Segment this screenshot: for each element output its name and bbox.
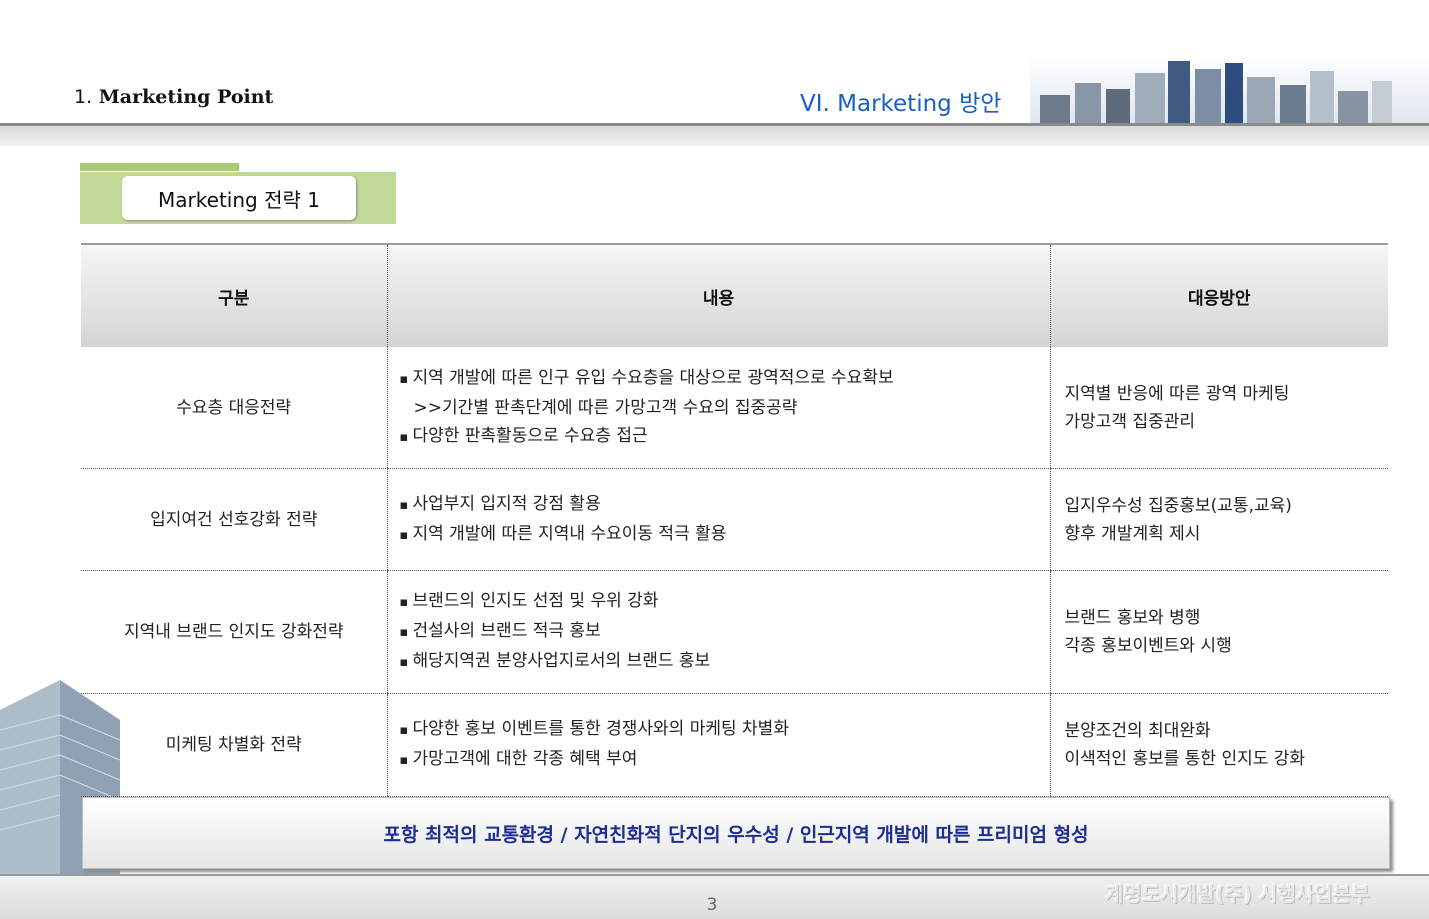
summary-banner: 포항 최적의 교통환경 / 자연친화적 단지의 우수성 / 인근지역 개발에 따… [82,797,1390,869]
column-header-content: 내용 [386,243,1050,347]
table-row: 지역내 브랜드 인지도 강화전략 브랜드의 인지도 선점 및 우위 강화 건설사… [81,570,1388,694]
content-bullet: 브랜드의 인지도 선점 및 우위 강화 [400,587,1049,617]
content-bullet: 다양한 판촉활동으로 수요층 접근 [400,422,1049,452]
response-line: 입지우수성 집중홍보(교통,교육) [1064,495,1292,516]
content-bullet: 지역 개발에 따른 인구 유입 수요층을 대상으로 광역적으로 수요확보 [400,364,1049,394]
row-content: 사업부지 입지적 강점 활용 지역 개발에 따른 지역내 수요이동 적극 활용 [386,468,1050,571]
content-bullet: 건설사의 브랜드 적극 홍보 [400,617,1049,647]
chapter-title: VI. Marketing 방안 [800,91,1002,117]
response-line: 이색적인 홍보를 통한 인지도 강화 [1064,749,1306,769]
content-bullet: 해당지역권 분양사업지로서의 브랜드 홍보 [400,647,1049,677]
company-watermark: 계명도시개발(주) 시행사업본부 [1105,882,1370,906]
response-line: 각종 홍보이벤트와 시행 [1064,636,1232,656]
row-category: 미케팅 차별화 전략 [81,693,387,797]
row-content: 다양한 홍보 이벤트를 통한 경쟁사와의 마케팅 차별화 가망고객에 대한 각종… [386,693,1050,797]
response-line: 가망고객 집중관리 [1064,411,1196,432]
strategy-table: 구분 내용 대응방안 수요층 대응전략 지역 개발에 따른 인구 유입 수요층을… [81,243,1388,797]
content-bullet: 다양한 홍보 이벤트를 통한 경쟁사와의 마케팅 차별화 [400,715,1049,745]
section-number: 1. [74,86,93,108]
section-heading: 1. Marketing Point [74,86,273,108]
content-bullet: 가망고객에 대한 각종 혜택 부여 [400,745,1049,775]
table-row: 미케팅 차별화 전략 다양한 홍보 이벤트를 통한 경쟁사와의 마케팅 차별화 … [81,693,1388,797]
response-line: 분양조건의 최대완화 [1064,721,1211,741]
column-header-response: 대응방안 [1049,243,1388,347]
section-title: Marketing Point [98,86,274,108]
page-number: 3 [706,895,718,915]
table-header-row: 구분 내용 대응방안 [81,243,1388,347]
row-category: 지역내 브랜드 인지도 강화전략 [81,570,387,694]
response-line: 브랜드 홍보와 병행 [1064,608,1201,628]
row-content: 지역 개발에 따른 인구 유입 수요층을 대상으로 광역적으로 수요확보 >>기… [386,347,1050,469]
row-category: 수요층 대응전략 [81,347,387,469]
row-response: 브랜드 홍보와 병행 각종 홍보이벤트와 시행 [1049,570,1388,694]
table-row: 입지여건 선호강화 전략 사업부지 입지적 강점 활용 지역 개발에 따른 지역… [81,468,1388,571]
row-response: 입지우수성 집중홍보(교통,교육) 향후 개발계획 제시 [1049,468,1388,571]
table-row: 수요층 대응전략 지역 개발에 따른 인구 유입 수요층을 대상으로 광역적으로… [81,347,1388,469]
row-response: 분양조건의 최대완화 이색적인 홍보를 통한 인지도 강화 [1049,693,1388,797]
row-response: 지역별 반응에 따른 광역 마케팅 가망고객 집중관리 [1049,347,1388,469]
header-band [0,126,1429,146]
column-header-category: 구분 [81,243,387,347]
skyline-image [1030,55,1429,125]
row-content: 브랜드의 인지도 선점 및 우위 강화 건설사의 브랜드 적극 홍보 해당지역권… [386,570,1050,694]
content-bullet: 지역 개발에 따른 지역내 수요이동 적극 활용 [400,520,1049,550]
strategy-tag: Marketing 전략 1 [122,176,356,220]
content-bullet: 사업부지 입지적 강점 활용 [400,490,1049,520]
response-line: 지역별 반응에 따른 광역 마케팅 [1064,383,1290,404]
response-line: 향후 개발계획 제시 [1064,523,1201,544]
content-subline: >>기간별 판촉단계에 따른 가망고객 수요의 집중공략 [413,397,798,418]
tag-accent-bar [80,163,239,171]
row-category: 입지여건 선호강화 전략 [81,468,387,571]
